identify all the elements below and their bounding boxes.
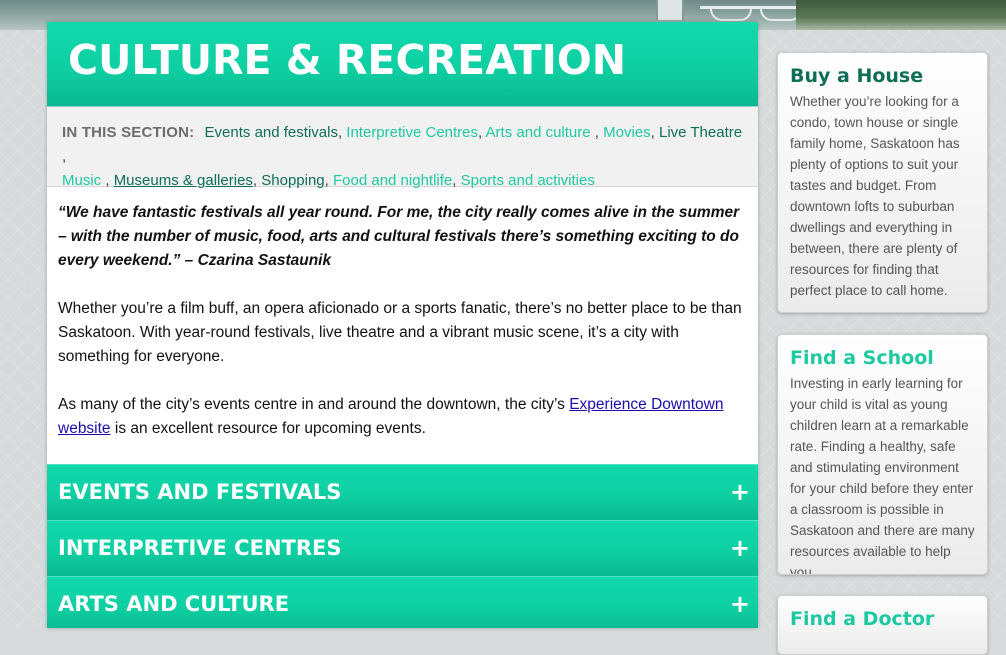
card-title[interactable]: Find a Doctor bbox=[790, 606, 975, 632]
sidebar-card-buy-house[interactable]: Buy a House Whether you’re looking for a… bbox=[777, 52, 988, 313]
downtown-paragraph: As many of the city’s events centre in a… bbox=[58, 396, 724, 437]
intro-paragraph: Whether you’re a film buff, an opera afi… bbox=[58, 300, 742, 365]
accordion-interpretive-centres[interactable]: INTERPRETIVE CENTRES + bbox=[47, 520, 758, 576]
intro-text: “We have fantastic festivals all year ro… bbox=[47, 187, 758, 441]
sidebar-card-find-school[interactable]: Find a School Investing in early learnin… bbox=[777, 334, 988, 575]
in-this-section-label: IN THIS SECTION: bbox=[62, 124, 195, 141]
main-content: CULTURE & RECREATION IN THIS SECTION: Ev… bbox=[47, 22, 758, 628]
section-link-interpretive[interactable]: Interpretive Centres bbox=[346, 124, 478, 141]
section-link-music[interactable]: Music bbox=[62, 172, 101, 189]
card-text: Whether you’re looking for a condo, town… bbox=[790, 94, 960, 298]
page-title: CULTURE & RECREATION bbox=[68, 36, 627, 84]
card-title[interactable]: Buy a House bbox=[790, 63, 975, 89]
testimonial-quote: “We have fantastic festivals all year ro… bbox=[58, 204, 740, 269]
section-link-food[interactable]: Food and nightlife bbox=[333, 172, 452, 189]
expand-plus-icon[interactable]: + bbox=[730, 533, 750, 563]
accordion-events-festivals[interactable]: EVENTS AND FESTIVALS + bbox=[47, 464, 758, 520]
section-link-events[interactable]: Events and festivals bbox=[205, 124, 338, 141]
accordion-title: ARTS AND CULTURE bbox=[58, 592, 290, 616]
section-link-shopping[interactable]: Shopping bbox=[261, 172, 324, 189]
card-title[interactable]: Find a School bbox=[790, 345, 975, 371]
section-hero: CULTURE & RECREATION bbox=[47, 22, 758, 107]
expand-plus-icon[interactable]: + bbox=[730, 589, 750, 619]
section-link-museums[interactable]: Museums & galleries bbox=[114, 172, 253, 189]
accordion-arts-culture[interactable]: ARTS AND CULTURE + bbox=[47, 576, 758, 628]
section-link-theatre[interactable]: Live Theatre bbox=[659, 124, 742, 141]
expand-plus-icon[interactable]: + bbox=[730, 477, 750, 507]
sidebar-card-find-doctor[interactable]: Find a Doctor bbox=[777, 595, 988, 655]
section-link-movies[interactable]: Movies bbox=[603, 124, 651, 141]
card-text: Investing in early learning for your chi… bbox=[790, 376, 975, 575]
trees-silhouette bbox=[796, 0, 1006, 30]
in-this-section-nav: IN THIS SECTION: Events and festivals, I… bbox=[47, 107, 758, 189]
section-link-sports[interactable]: Sports and activities bbox=[461, 172, 595, 189]
accordion-title: INTERPRETIVE CENTRES bbox=[58, 536, 342, 560]
building-silhouette bbox=[656, 0, 684, 20]
section-link-arts[interactable]: Arts and culture bbox=[486, 124, 591, 141]
accordion-title: EVENTS AND FESTIVALS bbox=[58, 480, 342, 504]
